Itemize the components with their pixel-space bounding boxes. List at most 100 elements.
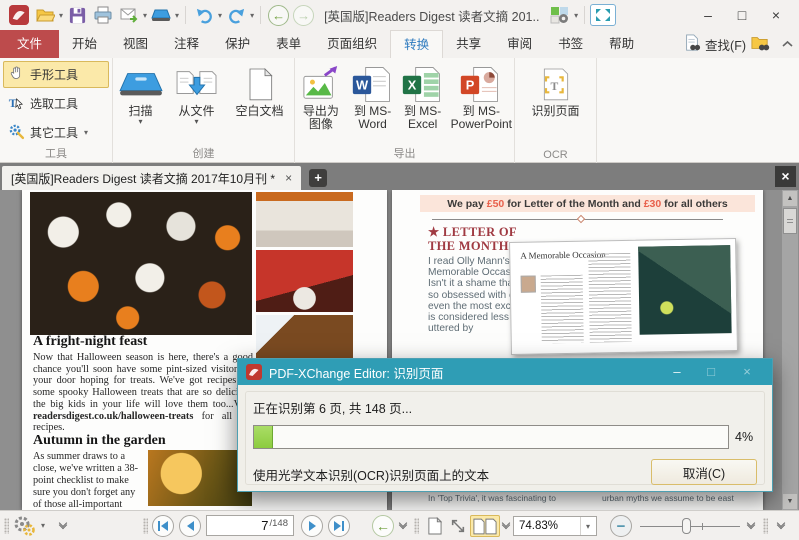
tab-form[interactable]: 表单 (263, 30, 314, 58)
slider-thumb[interactable] (682, 518, 691, 534)
dialog-close-button[interactable]: × (736, 364, 758, 379)
options-caret-icon[interactable]: ▾ (41, 521, 45, 530)
tab-review[interactable]: 审阅 (494, 30, 545, 58)
letter-heading-line1: ★ LETTER OF (428, 226, 519, 240)
find-label[interactable]: 查找(F) (705, 35, 746, 54)
document-area: A fright-night feast Now that Halloween … (0, 190, 799, 510)
next-page-button[interactable] (301, 515, 323, 537)
ocr-group: T 识别页面 OCR (515, 58, 597, 163)
banner-text: We pay (447, 198, 487, 210)
single-page-view-button[interactable] (422, 515, 446, 537)
ocr-group-label: OCR (515, 149, 596, 161)
document-tab[interactable]: [英国版]Readers Digest 读者文摘 2017年10月刊 * × (2, 166, 301, 190)
page-number-input[interactable]: 7 /148 (206, 515, 294, 536)
dialog-minimize-button[interactable]: – (666, 364, 688, 379)
banner-text-mid: for Letter of the Month and (504, 198, 643, 210)
tab-share[interactable]: 共享 (443, 30, 494, 58)
feast-paragraph: Now that Halloween season is here, there… (33, 352, 253, 434)
tab-organize[interactable]: 页面组织 (314, 30, 390, 58)
expand-zoom-icon[interactable] (748, 520, 754, 528)
collapse-ribbon-button[interactable] (782, 37, 793, 51)
zoom-out-button[interactable]: − (610, 515, 632, 537)
from-file-icon (173, 63, 221, 105)
svg-text:T: T (550, 80, 558, 93)
session-icon[interactable] (548, 3, 572, 27)
history-back-button[interactable]: ← (268, 5, 289, 26)
section-divider (432, 219, 723, 220)
previous-view-button[interactable]: ← (372, 515, 394, 537)
tab-protect[interactable]: 保护 (212, 30, 263, 58)
maximize-button[interactable]: □ (725, 2, 759, 28)
other-tools-button[interactable]: 其它工具 ▾ (3, 119, 109, 146)
tab-file[interactable]: 文件 (0, 30, 59, 58)
scanner-button[interactable] (149, 3, 173, 27)
tab-convert[interactable]: 转换 (390, 30, 443, 58)
fit-page-button[interactable] (446, 515, 470, 537)
history-forward-button[interactable]: → (293, 5, 314, 26)
redo-button[interactable] (224, 3, 248, 27)
progress-bar (253, 425, 729, 449)
expand-more-icon[interactable] (778, 520, 784, 528)
scroll-up-icon[interactable]: ▲ (783, 191, 797, 206)
close-document-button[interactable]: × (775, 166, 796, 187)
tab-close-icon[interactable]: × (285, 171, 292, 185)
expand-toolbar-icon[interactable] (60, 520, 66, 528)
previous-page-button[interactable] (179, 515, 201, 537)
open-dropdown-icon[interactable]: ▾ (59, 11, 63, 20)
to-excel-button[interactable]: X 到 MS-Excel (399, 61, 447, 134)
halloween-cookies-image (30, 192, 252, 335)
dialog-title-bar[interactable]: PDF-XChange Editor: 识别页面 (238, 359, 772, 385)
close-button[interactable]: × (759, 2, 793, 28)
select-tool-button[interactable]: T 选取工具 (3, 90, 109, 117)
minimize-button[interactable]: – (691, 2, 725, 28)
zoom-caret-icon: ▾ (586, 522, 590, 531)
new-tab-button[interactable]: + (309, 169, 327, 187)
session-dropdown-icon[interactable]: ▾ (574, 11, 578, 20)
email-button[interactable] (117, 3, 141, 27)
fullscreen-button[interactable] (590, 4, 616, 26)
zoom-slider[interactable] (640, 516, 740, 536)
open-file-button[interactable] (33, 3, 57, 27)
cancel-button[interactable]: 取消(C) (651, 459, 757, 485)
tab-comment[interactable]: 注释 (161, 30, 212, 58)
to-excel-label: 到 MS-Excel (401, 105, 445, 132)
toolbar-grip[interactable] (763, 518, 768, 534)
to-word-button[interactable]: W 到 MS-Word (349, 61, 397, 134)
undo-dropdown-icon[interactable]: ▾ (218, 11, 222, 20)
garden-heading: Autumn in the garden (33, 433, 166, 449)
print-button[interactable] (91, 3, 115, 27)
expand-nav-icon[interactable] (400, 520, 406, 528)
first-page-button[interactable] (152, 515, 174, 537)
scanner-dropdown-icon[interactable]: ▾ (175, 11, 179, 20)
export-group: 导出为图像 W 到 MS-Word X 到 MS-Excel P 到 MS-Po… (295, 58, 515, 163)
blank-document-button[interactable]: 空白文档 (227, 61, 293, 127)
search-folder-icon[interactable] (750, 34, 770, 55)
recognize-pages-button[interactable]: T 识别页面 (523, 61, 589, 120)
find-document-icon[interactable] (683, 34, 701, 55)
scan-button[interactable]: 扫描 ▾ (115, 61, 167, 127)
scrollbar-thumb[interactable] (783, 208, 797, 234)
tab-help[interactable]: 帮助 (596, 30, 647, 58)
last-page-button[interactable] (328, 515, 350, 537)
toolbar-grip[interactable] (143, 518, 148, 534)
undo-button[interactable] (192, 3, 216, 27)
tab-view[interactable]: 视图 (110, 30, 161, 58)
letter-heading-line2: THE MONTH... (428, 240, 519, 254)
zoom-level-combo[interactable]: 74.83% ▾ (513, 516, 597, 536)
two-page-view-button[interactable] (470, 515, 500, 537)
expand-view-icon[interactable] (503, 520, 509, 528)
email-dropdown-icon[interactable]: ▾ (143, 11, 147, 20)
to-powerpoint-button[interactable]: P 到 MS-PowerPoint (449, 61, 514, 134)
from-file-button[interactable]: 从文件 ▾ (169, 61, 225, 127)
save-button[interactable] (65, 3, 89, 27)
redo-dropdown-icon[interactable]: ▾ (250, 11, 254, 20)
toolbar-grip[interactable] (414, 518, 419, 534)
toolbar-grip[interactable] (4, 518, 9, 534)
vertical-scrollbar[interactable]: ▲ ▼ (782, 190, 798, 510)
hand-tool-button[interactable]: 手形工具 (3, 61, 109, 88)
export-image-button[interactable]: 导出为图像 (295, 61, 347, 134)
tab-home[interactable]: 开始 (59, 30, 110, 58)
tab-bookmarks[interactable]: 书签 (545, 30, 596, 58)
scroll-down-icon[interactable]: ▼ (783, 494, 797, 509)
options-gears-button[interactable] (12, 515, 36, 540)
